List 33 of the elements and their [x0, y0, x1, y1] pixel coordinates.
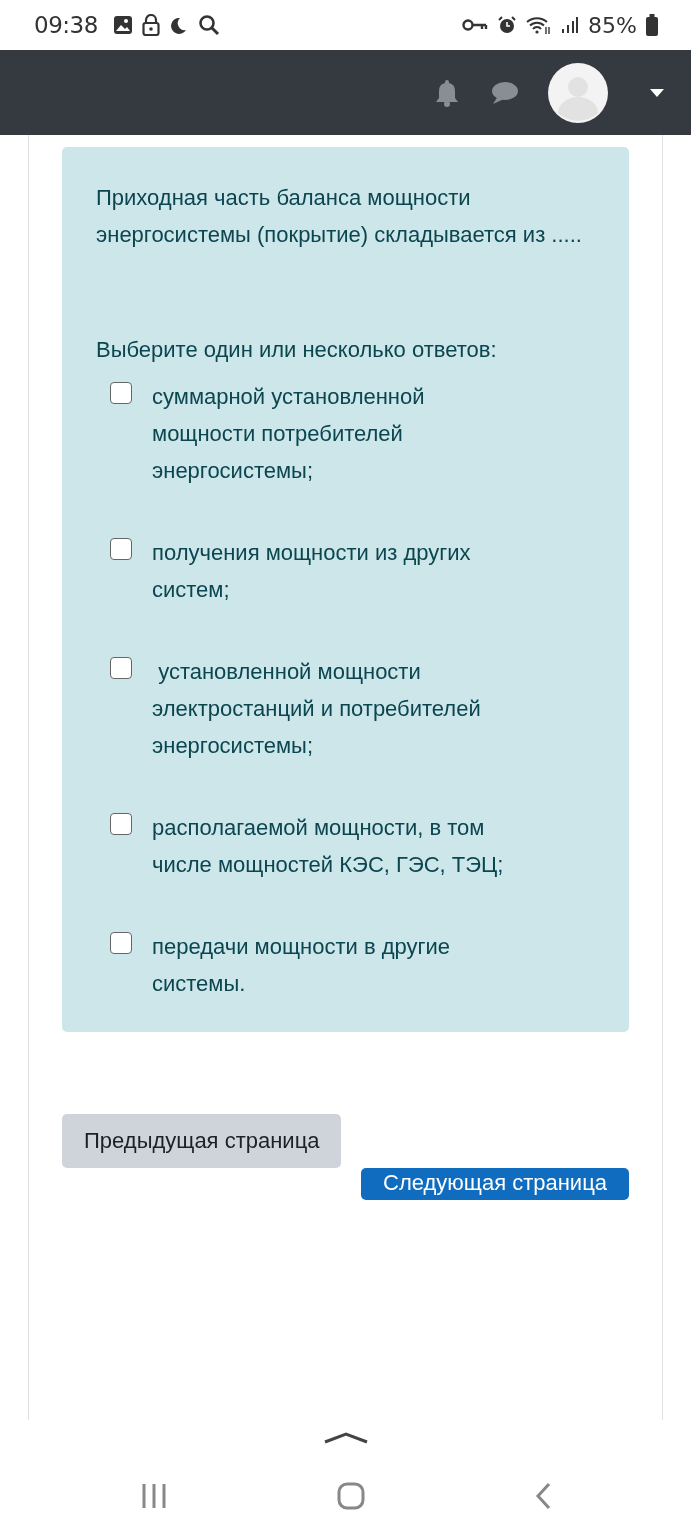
question-text: Приходная часть баланса мощности энергосистемы (покрытие) складывается из .....: [96, 184, 583, 249]
alarm-icon: [497, 15, 518, 35]
moon-icon: [168, 15, 189, 35]
battery-icon: [646, 14, 658, 36]
next-page-button[interactable]: Следующая страница: [361, 1168, 629, 1200]
answer-option[interactable]: передачи мощности в другие системы.: [152, 928, 532, 1002]
search-icon: [197, 14, 220, 36]
recent-apps-icon[interactable]: [140, 1483, 167, 1509]
previous-page-button[interactable]: Предыдущая страница: [62, 1114, 342, 1168]
chat-icon[interactable]: [490, 80, 518, 105]
avatar-icon[interactable]: [548, 62, 608, 123]
home-icon[interactable]: [336, 1482, 365, 1510]
bell-icon[interactable]: [434, 78, 460, 107]
answer-option[interactable]: получения мощности из других систем;: [152, 534, 532, 608]
answer-option[interactable]: установленной мощности электростанций и потребителей энергосистемы;: [152, 653, 532, 764]
answer-checkbox[interactable]: [110, 932, 132, 954]
wifi-icon: [526, 15, 553, 35]
answer-checkbox[interactable]: [110, 382, 132, 404]
answer-checkbox[interactable]: [110, 657, 132, 679]
battery-percent: 85%: [588, 12, 637, 38]
key-icon: [462, 18, 489, 32]
signal-icon: [561, 15, 580, 35]
caret-icon[interactable]: [650, 88, 664, 97]
image-icon: [112, 15, 133, 35]
back-icon[interactable]: [534, 1482, 551, 1510]
lock-icon: [141, 14, 160, 36]
answer-checkbox[interactable]: [110, 813, 132, 835]
answer-option[interactable]: располагаемой мощности, в том числе мощностей КЭС, ГЭС, ТЭЦ;: [152, 809, 532, 883]
answer-prompt: Выберите один или несколько ответов:: [96, 336, 498, 364]
answer-checkbox[interactable]: [110, 538, 132, 560]
answer-option[interactable]: суммарной установленной мощности потребителей энергосистемы;: [152, 378, 532, 489]
clock-time: 09:38: [34, 12, 98, 38]
chevron-up-icon[interactable]: [322, 1432, 369, 1444]
